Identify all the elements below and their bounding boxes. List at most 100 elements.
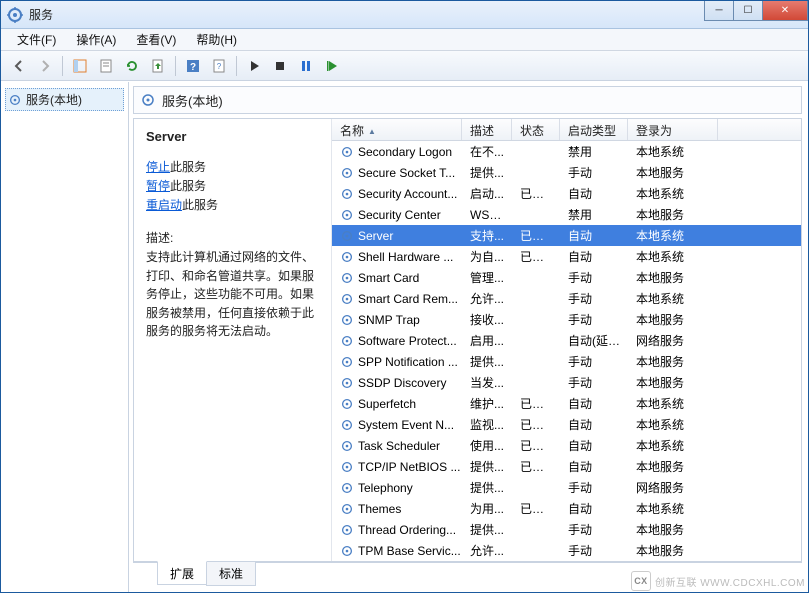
export-button[interactable] bbox=[146, 54, 170, 78]
cell-desc: 提供... bbox=[462, 477, 512, 498]
cell-logon: 本地服务 bbox=[628, 204, 718, 225]
toolbar-separator bbox=[236, 56, 237, 76]
table-row[interactable]: System Event N...监视...已启动自动本地系统 bbox=[332, 414, 801, 435]
table-row[interactable]: Secure Socket T...提供...手动本地服务 bbox=[332, 162, 801, 183]
service-icon bbox=[340, 145, 354, 159]
stop-service-link[interactable]: 停止 bbox=[146, 160, 170, 174]
watermark-text: 创新互联 WWW.CDCXHL.COM bbox=[655, 574, 805, 589]
cell-status bbox=[512, 171, 560, 175]
cell-start: 手动 bbox=[560, 372, 628, 393]
column-header-status[interactable]: 状态 bbox=[512, 119, 560, 140]
cell-start: 自动 bbox=[560, 246, 628, 267]
service-icon bbox=[340, 397, 354, 411]
cell-name: Task Scheduler bbox=[332, 437, 462, 455]
table-row[interactable]: Shell Hardware ...为自...已启动自动本地系统 bbox=[332, 246, 801, 267]
tree-root-item[interactable]: 服务(本地) bbox=[5, 88, 124, 111]
cell-desc: 提供... bbox=[462, 162, 512, 183]
cell-logon: 本地服务 bbox=[628, 351, 718, 372]
cell-desc: 启动... bbox=[462, 183, 512, 204]
table-row[interactable]: Secondary Logon在不...禁用本地系统 bbox=[332, 141, 801, 162]
table-row[interactable]: Superfetch维护...已启动自动本地系统 bbox=[332, 393, 801, 414]
column-header-desc[interactable]: 描述 bbox=[462, 119, 512, 140]
toolbar-separator bbox=[62, 56, 63, 76]
tree-root-label: 服务(本地) bbox=[26, 91, 82, 108]
cell-logon: 本地系统 bbox=[628, 393, 718, 414]
cell-status: 已启动 bbox=[512, 393, 560, 414]
help-button[interactable]: ? bbox=[181, 54, 205, 78]
help-topics-button[interactable]: ? bbox=[207, 54, 231, 78]
cell-status bbox=[512, 486, 560, 490]
refresh-button[interactable] bbox=[120, 54, 144, 78]
cell-start: 禁用 bbox=[560, 204, 628, 225]
minimize-button[interactable]: ─ bbox=[704, 1, 734, 21]
cell-logon: 本地服务 bbox=[628, 519, 718, 540]
column-header-name[interactable]: 名称 bbox=[332, 119, 462, 140]
menu-help[interactable]: 帮助(H) bbox=[186, 29, 247, 50]
titlebar[interactable]: 服务 ─ ☐ ✕ bbox=[1, 1, 808, 29]
table-row[interactable]: Software Protect...启用...自动(延迟...网络服务 bbox=[332, 330, 801, 351]
service-icon bbox=[340, 271, 354, 285]
table-row[interactable]: Themes为用...已启动自动本地系统 bbox=[332, 498, 801, 519]
menu-action[interactable]: 操作(A) bbox=[66, 29, 126, 50]
cell-desc: 提供... bbox=[462, 351, 512, 372]
cell-desc: 当发... bbox=[462, 372, 512, 393]
maximize-button[interactable]: ☐ bbox=[733, 1, 763, 21]
pause-service-button[interactable] bbox=[294, 54, 318, 78]
close-button[interactable]: ✕ bbox=[762, 1, 808, 21]
cell-status bbox=[512, 213, 560, 217]
nav-forward-button[interactable] bbox=[33, 54, 57, 78]
table-row[interactable]: SSDP Discovery当发...手动本地服务 bbox=[332, 372, 801, 393]
cell-logon: 本地系统 bbox=[628, 246, 718, 267]
cell-logon: 本地服务 bbox=[628, 267, 718, 288]
table-row[interactable]: Smart Card Rem...允许...手动本地系统 bbox=[332, 288, 801, 309]
menu-file[interactable]: 文件(F) bbox=[7, 29, 66, 50]
detail-pane: Server 停止此服务 暂停此服务 重启动此服务 描述: 支持此计算机通过网络… bbox=[134, 119, 332, 561]
table-row[interactable]: TCP/IP NetBIOS ...提供...已启动自动本地服务 bbox=[332, 456, 801, 477]
watermark-logo-icon: CX bbox=[631, 571, 651, 591]
table-row[interactable]: Server支持...已启动自动本地系统 bbox=[332, 225, 801, 246]
table-row[interactable]: Smart Card管理...手动本地服务 bbox=[332, 267, 801, 288]
tab-extended[interactable]: 扩展 bbox=[157, 561, 207, 585]
cell-status: 已启动 bbox=[512, 183, 560, 204]
cell-status: 已启动 bbox=[512, 246, 560, 267]
watermark: CX 创新互联 WWW.CDCXHL.COM bbox=[631, 571, 805, 591]
pause-service-link[interactable]: 暂停 bbox=[146, 179, 170, 193]
cell-status bbox=[512, 381, 560, 385]
cell-name: Telephony bbox=[332, 479, 462, 497]
table-row[interactable]: TPM Base Servic...允许...手动本地服务 bbox=[332, 540, 801, 561]
cell-start: 禁用 bbox=[560, 141, 628, 162]
toolbar-separator bbox=[175, 56, 176, 76]
services-table[interactable]: 名称 描述 状态 启动类型 登录为 Secondary Logon在不...禁用… bbox=[332, 119, 801, 561]
table-row[interactable]: Security Account...启动...已启动自动本地系统 bbox=[332, 183, 801, 204]
cell-logon: 本地服务 bbox=[628, 456, 718, 477]
cell-status: 已启动 bbox=[512, 414, 560, 435]
cell-desc: 接收... bbox=[462, 309, 512, 330]
cell-start: 手动 bbox=[560, 288, 628, 309]
cell-name: Security Account... bbox=[332, 185, 462, 203]
column-header-logon[interactable]: 登录为 bbox=[628, 119, 718, 140]
menu-view[interactable]: 查看(V) bbox=[126, 29, 186, 50]
cell-start: 手动 bbox=[560, 477, 628, 498]
table-row[interactable]: Telephony提供...手动网络服务 bbox=[332, 477, 801, 498]
table-row[interactable]: SNMP Trap接收...手动本地服务 bbox=[332, 309, 801, 330]
cell-name: Smart Card Rem... bbox=[332, 290, 462, 308]
cell-desc: 为用... bbox=[462, 498, 512, 519]
table-row[interactable]: Task Scheduler使用...已启动自动本地系统 bbox=[332, 435, 801, 456]
table-row[interactable]: Thread Ordering...提供...手动本地服务 bbox=[332, 519, 801, 540]
tab-standard[interactable]: 标准 bbox=[206, 562, 256, 586]
column-header-start[interactable]: 启动类型 bbox=[560, 119, 628, 140]
table-row[interactable]: Security CenterWSC...禁用本地服务 bbox=[332, 204, 801, 225]
start-service-button[interactable] bbox=[242, 54, 266, 78]
nav-back-button[interactable] bbox=[7, 54, 31, 78]
cell-start: 手动 bbox=[560, 162, 628, 183]
cell-logon: 本地服务 bbox=[628, 372, 718, 393]
restart-service-link[interactable]: 重启动 bbox=[146, 198, 182, 212]
show-hide-tree-button[interactable] bbox=[68, 54, 92, 78]
cell-desc: 在不... bbox=[462, 141, 512, 162]
table-row[interactable]: SPP Notification ...提供...手动本地服务 bbox=[332, 351, 801, 372]
restart-service-button[interactable] bbox=[320, 54, 344, 78]
cell-logon: 本地系统 bbox=[628, 141, 718, 162]
properties-button[interactable] bbox=[94, 54, 118, 78]
cell-desc: 维护... bbox=[462, 393, 512, 414]
stop-service-button[interactable] bbox=[268, 54, 292, 78]
